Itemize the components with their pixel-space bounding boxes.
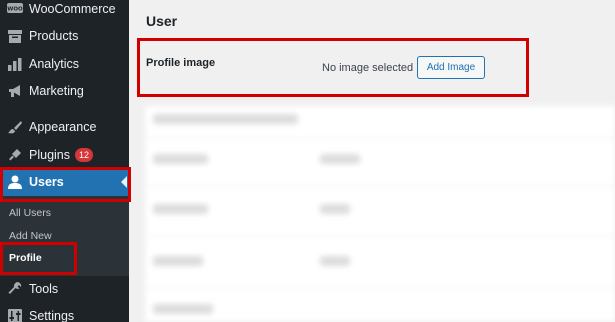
submenu-item-profile[interactable]: Profile xyxy=(9,252,42,264)
sidebar-item-marketing[interactable]: Marketing xyxy=(0,76,129,106)
svg-text:WOO: WOO xyxy=(7,7,23,13)
user-icon xyxy=(7,174,23,190)
sidebar-item-label: Analytics xyxy=(29,57,80,71)
page-title: User xyxy=(146,13,178,29)
admin-sidebar: WOO WooCommerce Products Analytics Marke… xyxy=(0,0,129,322)
sidebar-item-products[interactable]: Products xyxy=(0,21,129,51)
sliders-icon xyxy=(7,308,23,322)
sidebar-item-label: Marketing xyxy=(29,84,84,98)
blurred-field xyxy=(320,154,360,164)
sidebar-item-users[interactable]: Users xyxy=(0,167,129,197)
sidebar-item-label: Tools xyxy=(29,282,59,296)
no-image-status: No image selected xyxy=(322,62,414,74)
sidebar-item-tools[interactable]: Tools xyxy=(0,274,129,304)
add-image-button[interactable]: Add Image xyxy=(417,56,485,79)
sidebar-item-label: Settings xyxy=(29,309,75,322)
sidebar-item-plugins[interactable]: Plugins 12 xyxy=(0,140,129,170)
plug-icon xyxy=(7,147,23,163)
blurred-profile-form xyxy=(145,106,615,322)
submenu-item-add-new[interactable]: Add New xyxy=(9,230,52,242)
blurred-field xyxy=(320,256,350,266)
update-count-badge: 12 xyxy=(75,148,94,162)
blurred-field xyxy=(153,304,213,314)
form-divider xyxy=(145,138,615,139)
blurred-field xyxy=(153,154,208,164)
sidebar-item-label: Appearance xyxy=(29,120,97,134)
blurred-field xyxy=(153,204,208,214)
blurred-field xyxy=(153,256,203,266)
bar-chart-icon xyxy=(7,56,23,72)
wrench-icon xyxy=(7,281,23,297)
profile-image-row: Profile image No image selected Add Imag… xyxy=(138,39,528,96)
woocommerce-icon: WOO xyxy=(7,1,23,17)
blurred-field xyxy=(153,114,298,124)
blurred-field xyxy=(320,204,350,214)
archive-icon xyxy=(7,28,23,44)
profile-image-label: Profile image xyxy=(146,57,216,69)
sidebar-item-label: Plugins xyxy=(29,148,70,162)
users-submenu: All Users Add New Profile xyxy=(0,196,129,276)
form-divider xyxy=(145,186,615,187)
paintbrush-icon xyxy=(7,119,23,135)
sidebar-item-analytics[interactable]: Analytics xyxy=(0,49,129,79)
sidebar-item-label: WooCommerce xyxy=(29,2,116,16)
sidebar-item-appearance[interactable]: Appearance xyxy=(0,112,129,142)
sidebar-item-label: Users xyxy=(29,175,64,189)
sidebar-item-settings[interactable]: Settings xyxy=(0,301,129,322)
form-divider xyxy=(145,236,615,237)
form-divider xyxy=(145,288,615,289)
sidebar-item-label: Products xyxy=(29,29,79,43)
current-menu-arrow xyxy=(121,176,127,188)
megaphone-icon xyxy=(7,83,23,99)
submenu-item-all-users[interactable]: All Users xyxy=(9,207,51,219)
